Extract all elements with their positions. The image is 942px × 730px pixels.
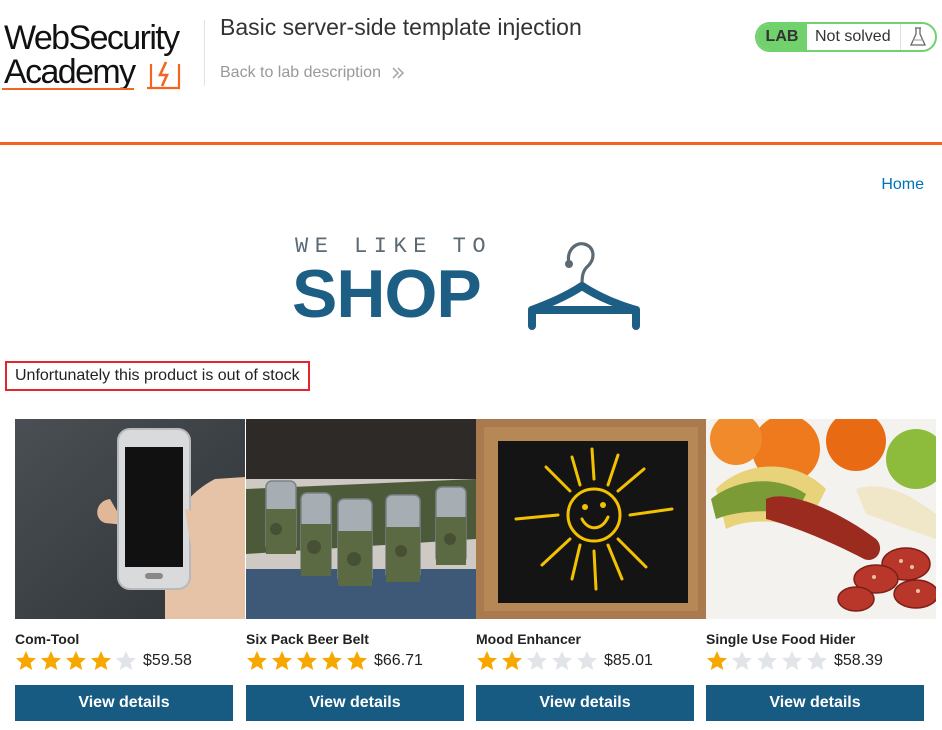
header-orange-rule <box>0 142 942 145</box>
star-filled-icon <box>297 651 317 670</box>
star-rating: $85.01 <box>476 650 706 672</box>
product-card: Mood Enhancer $85.01 View details <box>476 419 706 721</box>
star-filled-icon <box>247 651 267 670</box>
logo-text-line2: Academy <box>4 53 136 91</box>
product-name: Mood Enhancer <box>476 631 582 647</box>
product-price: $58.39 <box>834 652 883 669</box>
product-image-mood-enhancer <box>476 419 706 619</box>
logo-text-line1: WebSecurity <box>4 19 180 57</box>
lab-title: Basic server-side template injection <box>220 14 582 40</box>
star-empty-icon <box>527 651 547 670</box>
shop-word: SHOP <box>292 256 482 332</box>
star-filled-icon <box>347 651 367 670</box>
star-filled-icon <box>707 651 727 670</box>
star-filled-icon <box>41 651 61 670</box>
star-filled-icon <box>66 651 86 670</box>
web-security-academy-logo[interactable]: WebSecurity Academy <box>2 18 202 94</box>
back-link-label: Back to lab description <box>220 64 381 81</box>
logo-underline <box>2 88 134 90</box>
lab-status-text: Not solved <box>815 28 891 45</box>
star-rating: $59.58 <box>15 650 245 672</box>
back-to-lab-description-link[interactable]: Back to lab description <box>220 64 405 82</box>
double-chevron-right-icon <box>392 67 405 79</box>
view-details-button[interactable]: View details <box>246 685 464 721</box>
we-like-to-shop-logo: WE LIKE TO SHOP <box>292 232 652 332</box>
star-empty-icon <box>807 651 827 670</box>
star-filled-icon <box>91 651 111 670</box>
star-empty-icon <box>116 651 136 670</box>
product-name: Single Use Food Hider <box>706 631 856 647</box>
star-empty-icon <box>577 651 597 670</box>
star-empty-icon <box>732 651 752 670</box>
star-filled-icon <box>322 651 342 670</box>
product-price: $85.01 <box>604 652 653 669</box>
product-card: Single Use Food Hider $58.39 View detail… <box>706 419 936 721</box>
product-price: $66.71 <box>374 652 423 669</box>
star-filled-icon <box>272 651 292 670</box>
academy-header: WebSecurity Academy Basic server-side te… <box>0 0 942 145</box>
home-link[interactable]: Home <box>881 176 924 194</box>
product-card: Six Pack Beer Belt $66.71 View details <box>246 419 476 721</box>
product-card: Com-Tool $59.58 View details <box>15 419 245 721</box>
lab-badge: LAB <box>757 24 807 50</box>
product-name: Six Pack Beer Belt <box>246 631 369 647</box>
out-of-stock-notice: Unfortunately this product is out of sto… <box>5 361 310 391</box>
header-divider <box>204 20 205 86</box>
view-details-button[interactable]: View details <box>476 685 694 721</box>
product-image-six-pack-beer-belt <box>246 419 476 619</box>
star-filled-icon <box>477 651 497 670</box>
product-name: Com-Tool <box>15 631 80 647</box>
lab-status-widget: LAB Not solved <box>755 22 937 52</box>
flask-icon <box>900 24 935 50</box>
product-image-single-use-food-hider <box>706 419 936 619</box>
star-rating: $66.71 <box>246 650 476 672</box>
lightning-box-icon <box>147 61 181 90</box>
star-filled-icon <box>502 651 522 670</box>
star-empty-icon <box>757 651 777 670</box>
star-rating: $58.39 <box>706 650 936 672</box>
product-image-com-tool <box>15 419 245 619</box>
view-details-button[interactable]: View details <box>706 685 924 721</box>
product-price: $59.58 <box>143 652 192 669</box>
star-empty-icon <box>552 651 572 670</box>
view-details-button[interactable]: View details <box>15 685 233 721</box>
coat-hanger-icon <box>528 242 640 330</box>
star-filled-icon <box>16 651 36 670</box>
star-empty-icon <box>782 651 802 670</box>
